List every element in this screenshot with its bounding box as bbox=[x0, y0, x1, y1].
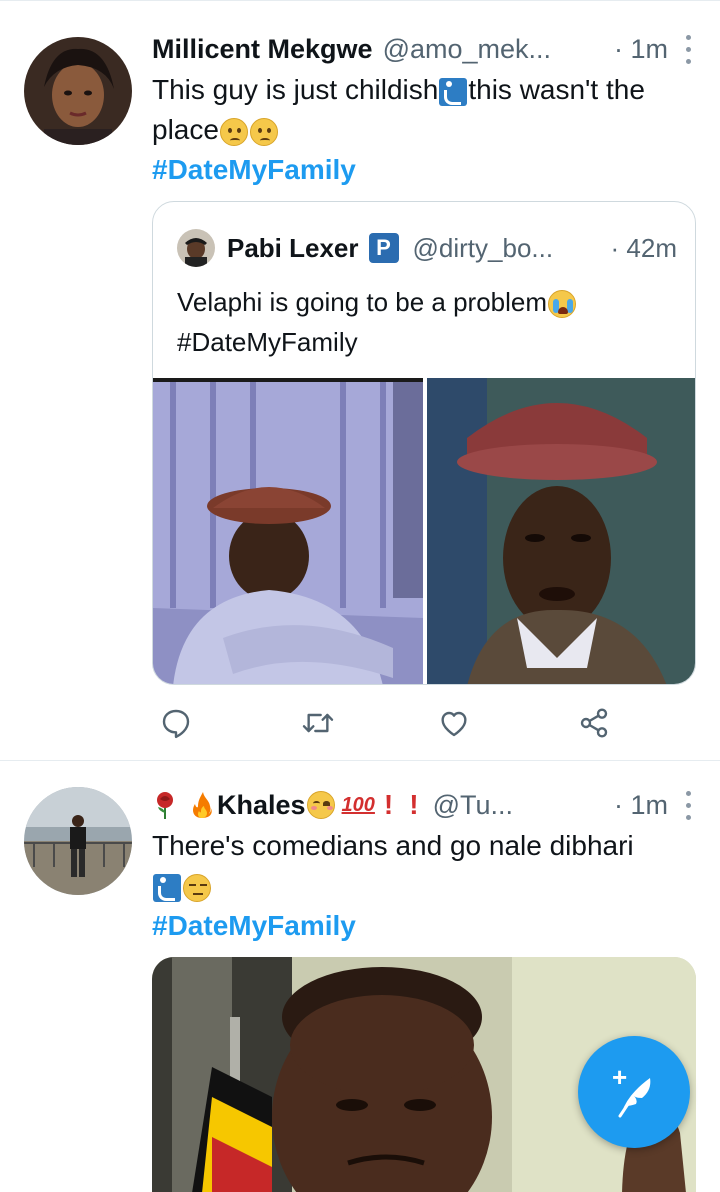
tweet-text-part: place bbox=[152, 114, 219, 145]
author-handle[interactable]: @amo_mek... bbox=[383, 34, 551, 65]
author-name[interactable]: Millicent Mekgwe bbox=[152, 34, 373, 65]
tweet-header: Khales 100 ! ! @Tu... · 1m bbox=[152, 785, 698, 825]
quoted-hashtag[interactable]: #DateMyFamily bbox=[177, 327, 358, 357]
confused-face-emoji-icon bbox=[219, 117, 248, 146]
quoted-tweet[interactable]: Pabi Lexer P @dirty_bo... · 42m Velaphi … bbox=[152, 201, 696, 685]
reply-icon[interactable] bbox=[154, 701, 198, 745]
wheelchair-emoji-icon bbox=[153, 873, 181, 902]
avatar[interactable] bbox=[24, 37, 132, 145]
tweet-actions bbox=[152, 701, 632, 745]
heart-icon[interactable] bbox=[432, 701, 476, 745]
tweet-text-part: this wasn't the bbox=[468, 74, 645, 105]
more-options-icon[interactable] bbox=[678, 787, 698, 823]
quoted-tweet-header: Pabi Lexer P @dirty_bo... · 42m bbox=[177, 228, 677, 268]
rose-emoji-icon bbox=[153, 791, 177, 819]
share-icon[interactable] bbox=[572, 701, 616, 745]
quoted-author-handle[interactable]: @dirty_bo... bbox=[413, 233, 554, 264]
tweet-text-part: This guy is just childish bbox=[152, 74, 439, 105]
author-name[interactable]: Khales bbox=[217, 790, 306, 821]
media-image[interactable] bbox=[153, 378, 423, 684]
parking-badge-icon: P bbox=[368, 233, 399, 263]
tweet-text-part: There's comedians and go nale dibhari bbox=[152, 830, 634, 861]
quoted-avatar[interactable] bbox=[177, 229, 215, 267]
author-handle[interactable]: @Tu... bbox=[433, 790, 513, 821]
hashtag-link[interactable]: #DateMyFamily bbox=[152, 906, 356, 946]
blushing-face-emoji-icon bbox=[306, 791, 335, 819]
tweet[interactable]: Millicent Mekgwe @amo_mek... · 1m This g… bbox=[0, 0, 720, 760]
crying-face-emoji-icon bbox=[548, 290, 577, 319]
fire-emoji-icon bbox=[188, 791, 216, 819]
quoted-tweet-text: Velaphi is going to be a problem #DateMy… bbox=[177, 282, 677, 362]
hundred-points-emoji-icon: 100 bbox=[341, 793, 375, 816]
tweet-text: There's comedians and go nale dibhari bbox=[152, 826, 698, 906]
retweet-icon[interactable] bbox=[296, 701, 340, 745]
quoted-text-part: Velaphi is going to be a problem bbox=[177, 287, 548, 317]
hashtag-link[interactable]: #DateMyFamily bbox=[152, 150, 356, 190]
exclamation-emoji-icon: ! bbox=[383, 789, 394, 820]
exclamation-emoji-icon: ! bbox=[409, 789, 419, 820]
quoted-author-name[interactable]: Pabi Lexer bbox=[227, 233, 359, 264]
tweet-header: Millicent Mekgwe @amo_mek... · 1m bbox=[152, 29, 698, 69]
unamused-face-emoji-icon bbox=[183, 873, 211, 902]
quoted-timestamp[interactable]: · 42m bbox=[611, 233, 677, 264]
compose-tweet-button[interactable]: + bbox=[578, 1036, 690, 1148]
media-image[interactable] bbox=[427, 378, 695, 684]
compose-feather-icon: + bbox=[606, 1062, 662, 1120]
tweet-text: This guy is just childish this wasn't the… bbox=[152, 70, 698, 150]
wheelchair-emoji-icon bbox=[439, 77, 468, 106]
more-options-icon[interactable] bbox=[678, 31, 698, 67]
quoted-media[interactable] bbox=[153, 378, 695, 684]
avatar[interactable] bbox=[24, 787, 132, 895]
confused-face-emoji-icon bbox=[249, 117, 278, 146]
